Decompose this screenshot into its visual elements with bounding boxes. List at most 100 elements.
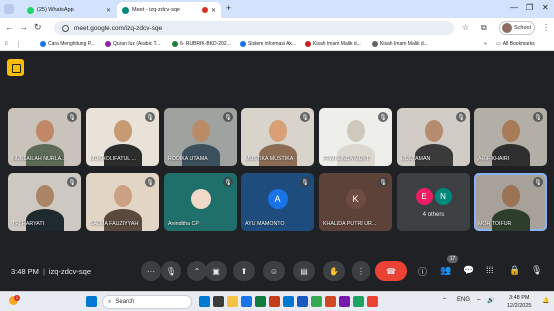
apps-icon[interactable]: ⁞⁞ — [5, 41, 8, 47]
pinned-app-icon[interactable] — [269, 296, 280, 307]
meeting-details-icon[interactable] — [7, 59, 24, 76]
participant-tile[interactable]: 🎙 FRMI LINDA MUKTI — [319, 108, 392, 166]
participant-tile[interactable]: 🎙 MUSTIKA MUSTIKA — [241, 108, 314, 166]
back-icon[interactable]: ← — [5, 22, 14, 32]
new-tab-button[interactable]: + — [226, 3, 231, 13]
pinned-app-icon[interactable] — [199, 296, 210, 307]
tray-expand-icon[interactable]: ⌃ — [442, 297, 447, 304]
emoji-button[interactable]: ☺ — [263, 261, 285, 281]
microphone-button[interactable]: 🎙 — [161, 261, 181, 281]
taskbar-search[interactable]: ⌕ Search — [102, 295, 192, 309]
bookmark-label: Kisah Imam Malik d... — [380, 41, 428, 47]
participant-name: ARIF KHAIRI — [478, 156, 510, 162]
pinned-app-icon[interactable] — [283, 296, 294, 307]
close-window-icon[interactable]: ✕ — [542, 3, 549, 12]
camera-button[interactable]: ▣ — [205, 261, 227, 281]
video-options-button[interactable]: ⌃ — [187, 261, 207, 281]
language-indicator[interactable]: ENG — [457, 297, 470, 303]
muted-mic-icon: 🎙 — [300, 177, 310, 187]
participant-name: NURLAILAH NURLA... — [12, 156, 66, 162]
weather-widget[interactable]: 1 — [7, 295, 21, 309]
wifi-icon[interactable]: ⌔ — [476, 297, 482, 305]
taskbar-clock[interactable]: 3:48 PM 12/2/2025 — [507, 294, 531, 310]
volume-icon[interactable]: 🔊 — [487, 297, 494, 304]
pinned-app-icon[interactable] — [297, 296, 308, 307]
pinned-app-icon[interactable] — [227, 296, 238, 307]
captions-button[interactable]: ▤ — [293, 261, 315, 281]
bookmark-label: Quran Iuz (Arabic T... — [113, 41, 161, 47]
participant-tile[interactable]: 🎙 NURLAILAH NURLA... — [8, 108, 81, 166]
pinned-app-icon[interactable] — [255, 296, 266, 307]
bookmark-item[interactable]: Cara Menghitung P... — [40, 41, 95, 47]
pinned-app-icon[interactable] — [213, 296, 224, 307]
extensions-icon[interactable]: ⧉ — [481, 23, 487, 33]
info-icon[interactable]: ⓘ — [418, 265, 427, 278]
participant-tile[interactable]: 🎙 RODIKA UTAMA — [164, 108, 237, 166]
participant-tile[interactable]: K 🎙 KHALIDA PUTRI UR... — [319, 173, 392, 231]
present-button[interactable]: ⬆ — [233, 261, 255, 281]
pinned-app-icon[interactable] — [241, 296, 252, 307]
chat-icon[interactable]: 💬 — [463, 265, 474, 276]
participant-name: TRI HARYATI — [12, 221, 45, 227]
pinned-app-icon[interactable] — [311, 296, 322, 307]
clock-date: 12/2/2025 — [507, 303, 532, 309]
windows-start-icon[interactable] — [86, 296, 97, 307]
more-bookmarks-icon[interactable]: » — [484, 41, 487, 47]
pinned-app-icon[interactable] — [353, 296, 364, 307]
bookmark-icon — [240, 41, 246, 47]
participant-tile[interactable]: 🎙 MUKHOLIFATUL ... — [86, 108, 159, 166]
tab-whatsapp[interactable]: (25) WhatsApp ✕ — [22, 2, 116, 18]
bookmark-item[interactable]: 6- RUBRIK-BKD-202... — [172, 41, 231, 47]
people-icon[interactable]: 👥 — [440, 265, 451, 276]
more-options-button[interactable]: ⋮ — [352, 261, 370, 281]
activities-icon[interactable]: ⁞⁞⁞ — [486, 265, 494, 275]
participant-tile[interactable]: 🎙 Aninditha CP — [164, 173, 237, 231]
participant-tile[interactable]: EN 4 others — [397, 173, 470, 231]
pinned-app-icon[interactable] — [367, 296, 378, 307]
more-vert-icon: ⋮ — [357, 266, 365, 276]
bookmark-icon — [372, 41, 378, 47]
minimize-icon[interactable]: — — [510, 3, 518, 12]
bookmark-label: Sistem informasi Ak... — [248, 41, 297, 47]
maximize-icon[interactable]: ❐ — [526, 3, 533, 12]
notification-icon[interactable]: 🔔 — [542, 297, 549, 304]
participant-tile[interactable]: 🎙 ARIF KHAIRI — [474, 108, 547, 166]
pinned-app-icon[interactable] — [325, 296, 336, 307]
more-audio-options-button[interactable]: ··· — [141, 261, 161, 281]
star-icon[interactable]: ☆ — [462, 23, 469, 32]
bookmark-item[interactable]: Kisah Imam Malik d... — [372, 41, 428, 47]
close-tab-icon[interactable]: ✕ — [211, 7, 216, 14]
site-info-icon[interactable] — [62, 24, 69, 32]
avatar: N — [434, 188, 452, 205]
raise-hand-button[interactable]: ✋ — [323, 261, 345, 281]
os-taskbar: 1 ⌕ Search ⌃ ENG ⌔ 🔊 3:48 PM 12/2/2025 🔔 — [0, 291, 554, 311]
leave-call-button[interactable]: ☎ — [375, 261, 407, 281]
close-tab-icon[interactable]: ✕ — [106, 7, 111, 14]
divider — [18, 41, 19, 48]
participant-tile[interactable]: A 🎙 AYU MAMONTO — [241, 173, 314, 231]
forward-icon[interactable]: → — [19, 22, 28, 32]
reload-icon[interactable]: ↻ — [34, 22, 42, 33]
host-controls-icon[interactable]: 🔒 — [509, 265, 520, 276]
menu-icon[interactable]: ⋮ — [542, 23, 550, 32]
participant-tile[interactable]: 🎙 RUSTAMAN — [397, 108, 470, 166]
profile-button[interactable]: School — [499, 21, 535, 35]
bookmark-item[interactable]: Sistem informasi Ak... — [240, 41, 296, 47]
bookmark-item[interactable]: Kisah Imam Malik d... — [305, 41, 361, 47]
participant-tile[interactable]: 🎙 TRI HARYATI — [8, 173, 81, 231]
participant-video — [25, 144, 64, 166]
muted-mic-icon: 🎙 — [145, 112, 155, 122]
tab-search-icon[interactable] — [4, 4, 14, 14]
browser-tab-strip: (25) WhatsApp ✕ Meet - izq-zdcv-sqe ✕ + … — [0, 0, 554, 18]
all-bookmarks-button[interactable]: ▭ All Bookmarks — [496, 41, 535, 47]
address-bar[interactable]: meet.google.com/izq-zdcv-sqe — [54, 21, 454, 35]
participant-video — [414, 144, 453, 166]
participant-tile[interactable]: 🎙 SALMA FAUZIYYAH — [86, 173, 159, 231]
avatar: E — [415, 188, 433, 205]
self-mic-icon[interactable]: 🎙 — [531, 265, 542, 276]
tab-meet[interactable]: Meet - izq-zdcv-sqe ✕ — [117, 2, 221, 18]
participant-tile[interactable]: 🎙 MOH TOIFUR — [474, 173, 547, 231]
bookmark-item[interactable]: Quran Iuz (Arabic T... — [105, 41, 160, 47]
recording-dot-icon — [201, 7, 208, 13]
pinned-app-icon[interactable] — [339, 296, 350, 307]
